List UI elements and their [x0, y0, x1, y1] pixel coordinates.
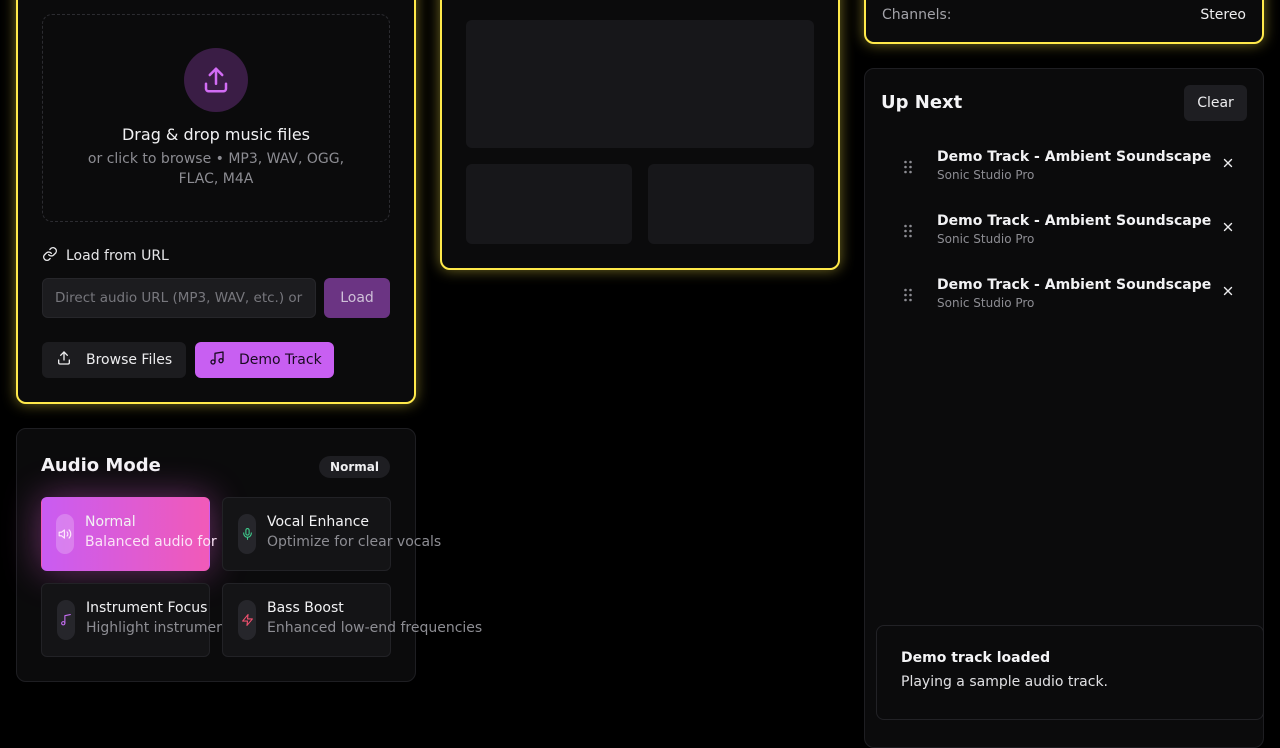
skeleton-block-left [466, 164, 632, 244]
up-next-title: Up Next [881, 92, 963, 113]
queue-item[interactable]: Demo Track - Ambient Soundscape Sonic St… [881, 213, 1247, 265]
demo-track-label: Demo Track [239, 352, 322, 368]
load-from-url-text: Load from URL [66, 248, 169, 264]
mode-name-normal: Normal [85, 514, 136, 530]
remove-icon[interactable] [1221, 219, 1235, 238]
music-note-icon [209, 350, 225, 370]
queue-item-artist: Sonic Studio Pro [937, 296, 1035, 310]
mode-desc-vocal-enhance: Optimize for clear vocals [267, 534, 442, 550]
queue-item[interactable]: Demo Track - Ambient Soundscape Sonic St… [881, 277, 1247, 329]
upload-icon [56, 350, 72, 370]
audio-mode-title: Audio Mode [41, 455, 161, 476]
audio-url-input[interactable] [42, 278, 316, 318]
lightning-icon [238, 600, 256, 640]
drag-handle-icon[interactable] [903, 223, 913, 242]
demo-track-button[interactable]: Demo Track [195, 342, 334, 378]
remove-icon[interactable] [1221, 283, 1235, 302]
toast-title: Demo track loaded [901, 650, 1051, 666]
toast-description: Playing a sample audio track. [901, 674, 1108, 690]
remove-icon[interactable] [1221, 155, 1235, 174]
drop-zone-subtitle: or click to browse • MP3, WAV, OGG, FLAC… [87, 151, 345, 187]
browse-files-label: Browse Files [86, 352, 173, 368]
channels-label: Channels: [882, 7, 952, 23]
load-url-button[interactable]: Load [324, 278, 390, 318]
mode-desc-bass-boost: Enhanced low-end frequencies [267, 620, 483, 636]
queue-item-title: Demo Track - Ambient Soundscape [937, 149, 1212, 165]
link-icon [42, 246, 58, 266]
browse-files-button[interactable]: Browse Files [42, 342, 186, 378]
channels-value: Stereo [1200, 7, 1246, 23]
current-mode-badge: Normal [319, 456, 390, 478]
load-from-url-label: Load from URL [42, 246, 169, 266]
queue-item[interactable]: Demo Track - Ambient Soundscape Sonic St… [881, 149, 1247, 201]
toast-notification[interactable] [876, 625, 1264, 720]
microphone-icon [238, 514, 256, 554]
drag-handle-icon[interactable] [903, 287, 913, 306]
drop-zone-title: Drag & drop music files [121, 125, 310, 144]
mode-name-bass-boost: Bass Boost [267, 600, 344, 616]
clear-queue-button[interactable]: Clear [1184, 85, 1247, 121]
music-note-icon [57, 600, 75, 640]
queue-item-artist: Sonic Studio Pro [937, 168, 1035, 182]
skeleton-block-right [648, 164, 814, 244]
queue-item-artist: Sonic Studio Pro [937, 232, 1035, 246]
drop-zone[interactable] [42, 14, 390, 222]
queue-item-title: Demo Track - Ambient Soundscape [937, 277, 1212, 293]
mode-desc-instrument-focus: Highlight instrumer [86, 620, 222, 636]
speaker-icon [56, 514, 74, 554]
drag-handle-icon[interactable] [903, 159, 913, 178]
mode-name-instrument-focus: Instrument Focus [86, 600, 208, 616]
upload-icon [184, 48, 248, 112]
queue-item-title: Demo Track - Ambient Soundscape [937, 213, 1212, 229]
skeleton-visualizer [466, 20, 814, 148]
mode-desc-normal: Balanced audio for [85, 534, 217, 550]
mode-name-vocal-enhance: Vocal Enhance [267, 514, 370, 530]
